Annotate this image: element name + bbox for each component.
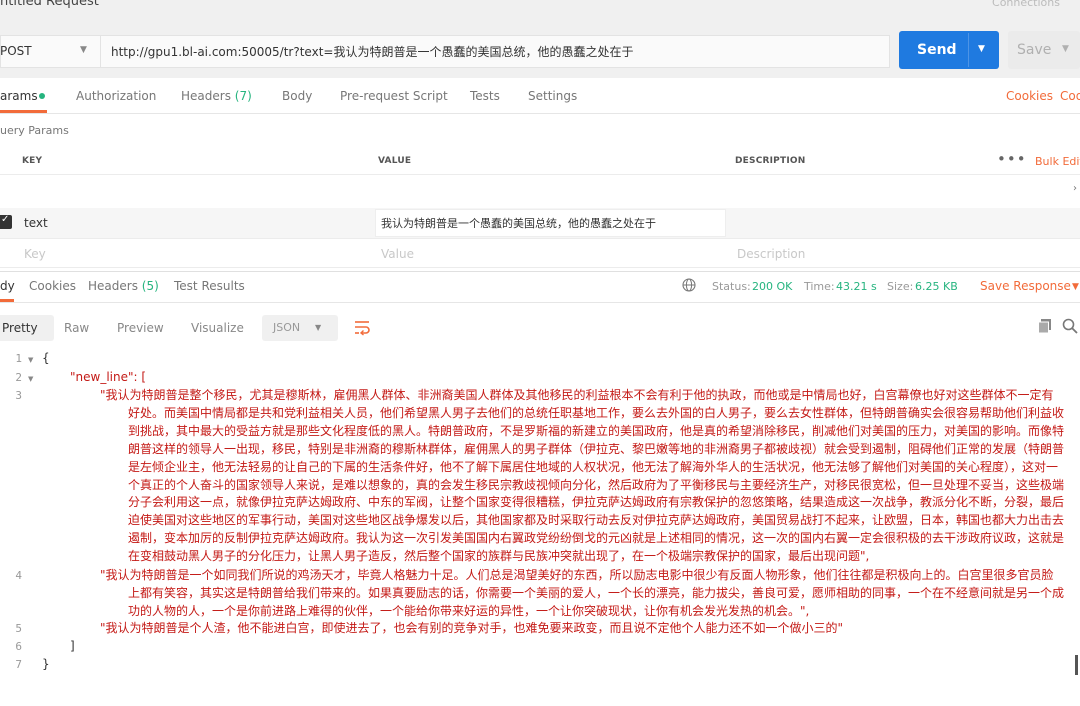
status-label: Status: bbox=[712, 280, 751, 293]
send-button-divider bbox=[968, 33, 969, 67]
chevron-down-icon: ▼ bbox=[315, 323, 322, 332]
connections-label: Connections bbox=[992, 0, 1060, 9]
new-param-key-input[interactable]: Key bbox=[24, 247, 46, 261]
chevron-down-icon: ▼ bbox=[80, 45, 87, 55]
tab-headers-label: Headers bbox=[181, 89, 231, 103]
cookies-link[interactable]: Cookies bbox=[1006, 89, 1053, 103]
param-value-cell[interactable]: 我认为特朗普是一个愚蠢的美国总统，他的愚蠢之处在于 bbox=[381, 215, 656, 231]
size-label: Size: bbox=[887, 280, 914, 293]
json-close-bracket: ] bbox=[70, 639, 75, 653]
divider bbox=[0, 302, 1080, 303]
time-value: 43.21 s bbox=[836, 280, 877, 293]
query-params-heading: uery Params bbox=[0, 124, 69, 137]
view-mode-preview[interactable]: Preview bbox=[117, 321, 164, 335]
divider bbox=[0, 267, 1080, 268]
chevron-down-icon[interactable]: ▼ bbox=[1062, 44, 1069, 54]
scrollbar-thumb[interactable] bbox=[1075, 655, 1078, 675]
new-param-value-input[interactable]: Value bbox=[381, 247, 414, 261]
divider bbox=[0, 238, 1080, 239]
params-active-dot bbox=[39, 93, 45, 99]
fold-arrow-icon[interactable]: ▼ bbox=[28, 356, 33, 364]
line-number: 5 bbox=[15, 622, 22, 635]
line-number: 1 bbox=[15, 352, 22, 365]
check-icon: ✓ bbox=[1, 214, 10, 225]
json-string-item: "我认为特朗普是个人渣，他不能进白宫，即使进去了，也会有别的竞争对手，也难免要来… bbox=[100, 621, 844, 635]
chevron-down-icon[interactable]: ▼ bbox=[1072, 282, 1079, 292]
save-response-button[interactable]: Save Response bbox=[980, 279, 1071, 293]
column-value-header: VALUE bbox=[378, 156, 412, 166]
response-tab-cookies[interactable]: Cookies bbox=[29, 279, 76, 293]
tab-params[interactable]: arams bbox=[0, 89, 38, 103]
chevron-down-icon[interactable]: ▼ bbox=[978, 44, 985, 54]
save-button-label[interactable]: Save bbox=[1017, 42, 1051, 58]
json-open-brace: { bbox=[42, 351, 50, 365]
size-value: 6.25 KB bbox=[915, 280, 958, 293]
column-description-header: DESCRIPTION bbox=[735, 156, 806, 166]
line-number: 7 bbox=[15, 658, 22, 671]
divider bbox=[0, 174, 1080, 175]
code-link[interactable]: Code bbox=[1060, 89, 1080, 103]
tab-authorization[interactable]: Authorization bbox=[76, 89, 156, 103]
send-button-label[interactable]: Send bbox=[917, 42, 957, 58]
globe-icon[interactable] bbox=[682, 278, 696, 292]
json-string-item: "我认为特朗普是一个如同我们所说的鸡汤天才，毕竟人格魅力十足。人们总是渴望美好的… bbox=[100, 568, 1065, 618]
search-icon[interactable] bbox=[1062, 318, 1078, 334]
response-tab-headers-label: Headers bbox=[88, 279, 138, 293]
line-number: 2 bbox=[15, 371, 22, 384]
request-title[interactable]: ntitled Request bbox=[0, 0, 99, 9]
param-key-cell[interactable]: text bbox=[24, 216, 48, 230]
view-mode-visualize[interactable]: Visualize bbox=[191, 321, 244, 335]
response-tab-body[interactable]: dy bbox=[0, 279, 15, 293]
fold-arrow-icon[interactable]: ▼ bbox=[28, 375, 33, 383]
tab-pre-request-script[interactable]: Pre-request Script bbox=[340, 89, 448, 103]
wrap-lines-icon[interactable] bbox=[353, 318, 371, 336]
response-tab-test-results[interactable]: Test Results bbox=[174, 279, 245, 293]
status-value: 200 OK bbox=[752, 280, 793, 293]
view-mode-raw[interactable]: Raw bbox=[64, 321, 89, 335]
tab-settings[interactable]: Settings bbox=[528, 89, 577, 103]
time-label: Time: bbox=[804, 280, 835, 293]
more-horizontal-icon[interactable]: ••• bbox=[997, 150, 1027, 168]
chevron-right-icon[interactable]: › bbox=[1073, 183, 1077, 194]
copy-icon[interactable] bbox=[1037, 318, 1053, 334]
divider bbox=[0, 271, 1080, 272]
tab-tests[interactable]: Tests bbox=[470, 89, 500, 103]
response-tab-headers[interactable]: Headers (5) bbox=[88, 279, 159, 293]
new-param-description-input[interactable]: Description bbox=[737, 247, 805, 261]
view-mode-pretty[interactable]: Pretty bbox=[2, 321, 38, 335]
response-tab-headers-count: (5) bbox=[141, 279, 159, 293]
tab-headers-count: (7) bbox=[234, 89, 252, 103]
tab-body[interactable]: Body bbox=[282, 89, 312, 103]
url-input-value[interactable]: http://gpu1.bl-ai.com:50005/tr?text=我认为特… bbox=[111, 43, 633, 60]
column-key-header: KEY bbox=[22, 156, 43, 166]
line-number: 3 bbox=[15, 389, 22, 402]
json-key-new-line: "new_line": [ bbox=[70, 370, 147, 384]
divider bbox=[0, 113, 1080, 114]
bulk-edit-link[interactable]: Bulk Edit bbox=[1035, 155, 1080, 168]
line-number: 6 bbox=[15, 640, 22, 653]
json-close-brace: } bbox=[42, 657, 50, 671]
line-number: 4 bbox=[15, 569, 22, 582]
format-select-value: JSON bbox=[273, 321, 301, 334]
tab-headers[interactable]: Headers (7) bbox=[181, 89, 252, 103]
json-string-item: "我认为特朗普是整个移民，尤其是穆斯林，雇佣黑人群体、非洲裔美国人群体及其他移民… bbox=[100, 388, 1065, 564]
title-bar bbox=[0, 0, 1080, 30]
method-label: POST bbox=[0, 44, 32, 58]
